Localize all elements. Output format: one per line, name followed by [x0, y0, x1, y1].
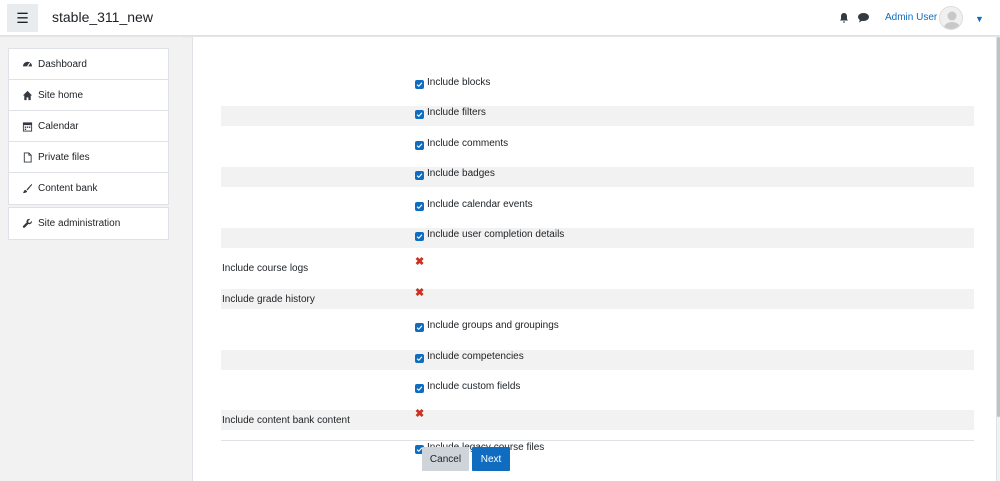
setting-option-label[interactable]: Include filters	[427, 107, 486, 118]
drawer-toggle-button[interactable]: ☰	[7, 4, 38, 32]
sidebar-item-label: Dashboard	[38, 58, 87, 70]
sidebar-item-label: Site home	[38, 89, 84, 101]
setting-option-label[interactable]: Include blocks	[427, 77, 490, 88]
check-icon	[416, 173, 423, 179]
setting-row: Include blocks	[221, 76, 974, 96]
tachometer-icon	[22, 59, 33, 70]
setting-row: Include calendar events	[221, 198, 974, 218]
checkbox[interactable]	[415, 384, 424, 393]
sidebar-item-label: Private files	[38, 151, 90, 163]
checkbox[interactable]	[415, 171, 424, 180]
checkbox[interactable]	[415, 80, 424, 89]
wrench-icon	[22, 218, 33, 229]
sidebar-item-site-administration[interactable]: Site administration	[9, 208, 168, 239]
checkbox[interactable]	[415, 354, 424, 363]
setting-option-label[interactable]: Include calendar events	[427, 199, 533, 210]
cancel-button[interactable]: Cancel	[422, 447, 469, 471]
setting-option-label[interactable]: Include competencies	[427, 351, 524, 362]
caret-down-icon[interactable]: ▼	[975, 14, 984, 24]
checkbox[interactable]	[415, 141, 424, 150]
setting-row: Include groups and groupings	[221, 319, 974, 339]
disabled-x-icon: ✖	[415, 408, 425, 420]
setting-label: Include course logs	[222, 263, 309, 274]
sidebar-item-site-home[interactable]: Site home	[9, 80, 168, 111]
setting-row: Include course logs ✖	[221, 256, 974, 278]
setting-label: Include content bank content	[222, 415, 350, 426]
sidebar-item-label: Calendar	[38, 120, 79, 132]
sidebar-item-calendar[interactable]: Calendar	[9, 111, 168, 142]
site-name[interactable]: stable_311_new	[52, 9, 153, 25]
setting-option-label[interactable]: Include user completion details	[427, 229, 564, 240]
chat-icon[interactable]	[857, 12, 870, 24]
check-icon	[416, 234, 423, 240]
check-icon	[416, 112, 423, 118]
check-icon	[416, 325, 423, 331]
check-icon	[416, 204, 423, 210]
paint-brush-icon	[22, 183, 33, 194]
nav-group-admin: Site administration	[8, 207, 169, 240]
home-icon	[22, 90, 33, 101]
next-button[interactable]: Next	[472, 447, 510, 471]
checkbox[interactable]	[415, 110, 424, 119]
checkbox[interactable]	[415, 323, 424, 332]
sidebar-item-content-bank[interactable]: Content bank	[9, 173, 168, 204]
user-name[interactable]: Admin User	[885, 12, 937, 23]
check-icon	[416, 82, 423, 88]
setting-option-label[interactable]: Include badges	[427, 168, 495, 179]
setting-option-label[interactable]: Include comments	[427, 138, 508, 149]
setting-row: Include user completion details	[221, 228, 974, 248]
setting-option-label[interactable]: Include groups and groupings	[427, 320, 559, 331]
disabled-x-icon: ✖	[415, 287, 425, 299]
setting-row: Include legacy course files	[221, 441, 974, 461]
file-icon	[22, 151, 33, 163]
setting-row: Include competencies	[221, 350, 974, 370]
setting-row: Include badges	[221, 167, 974, 187]
setting-row: Include grade history ✖	[221, 287, 974, 309]
bell-icon[interactable]	[838, 12, 850, 24]
nav-drawer: Dashboard Site home Calendar Private fil…	[0, 37, 182, 481]
avatar[interactable]	[939, 6, 963, 30]
sidebar-item-dashboard[interactable]: Dashboard	[9, 49, 168, 80]
setting-row: Include content bank content ✖	[221, 408, 974, 430]
sidebar-item-label: Site administration	[38, 218, 121, 229]
checkbox[interactable]	[415, 202, 424, 211]
hamburger-icon: ☰	[16, 10, 29, 26]
top-navbar: ☰ stable_311_new Admin User ▼	[0, 0, 1000, 36]
checkbox[interactable]	[415, 232, 424, 241]
setting-option-label[interactable]: Include custom fields	[427, 381, 520, 392]
setting-label: Include grade history	[222, 294, 315, 305]
setting-row: Include comments	[221, 137, 974, 157]
sidebar-item-private-files[interactable]: Private files	[9, 142, 168, 173]
form-divider	[221, 440, 974, 441]
check-icon	[416, 356, 423, 362]
nav-group-main: Dashboard Site home Calendar Private fil…	[8, 48, 169, 205]
calendar-icon	[22, 121, 33, 132]
check-icon	[416, 386, 423, 392]
check-icon	[416, 143, 423, 149]
setting-row: Include custom fields	[221, 380, 974, 400]
disabled-x-icon: ✖	[415, 256, 425, 268]
setting-row: Include filters	[221, 106, 974, 126]
sidebar-item-label: Content bank	[38, 183, 98, 194]
